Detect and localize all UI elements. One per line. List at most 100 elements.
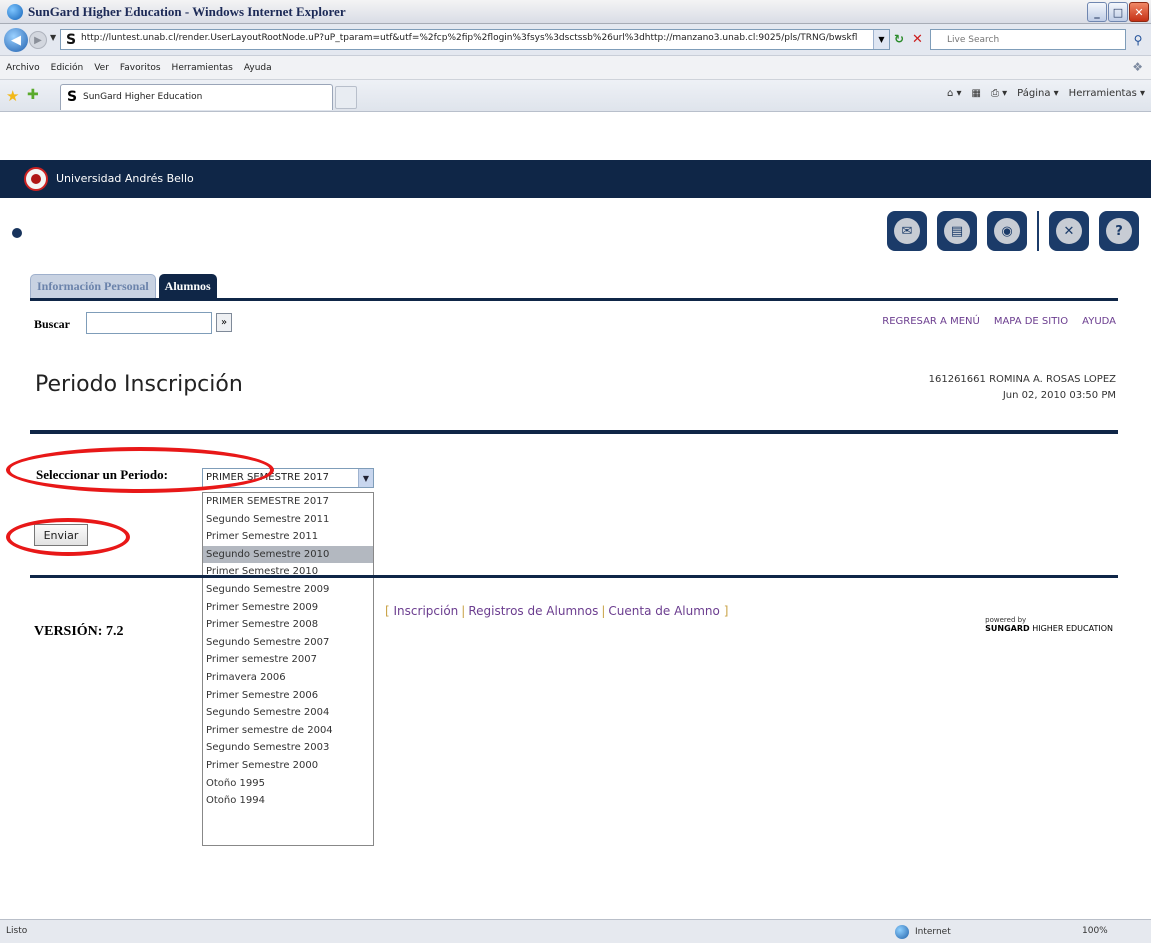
back-arrow-icon[interactable]: ◀ (4, 28, 28, 52)
section-tabs: Información Personal Alumnos (30, 274, 217, 298)
period-option[interactable]: PRIMER SEMESTRE 2017 (203, 493, 373, 511)
period-option[interactable]: Otoño 1994 (203, 792, 373, 810)
link-mapa-sitio[interactable]: MAPA DE SITIO (994, 316, 1068, 327)
favorites-star-icon[interactable]: ★ (6, 87, 19, 105)
link-inscripcion[interactable]: Inscripción (394, 604, 459, 618)
security-zone: Internet (895, 925, 951, 939)
period-option[interactable]: Segundo Semestre 2010 (203, 545, 373, 564)
header-divider (30, 430, 1118, 434)
link-ayuda[interactable]: AYUDA (1082, 316, 1116, 327)
portal-tool-icons: ✉ ▤ ◉ ✕ ? (887, 211, 1139, 251)
period-option[interactable]: Primer semestre de 2004 (203, 722, 373, 740)
period-option[interactable]: Primer Semestre 2006 (203, 687, 373, 705)
menu-edicion[interactable]: Edición (51, 63, 84, 73)
tab-favicon-icon: S (67, 89, 78, 105)
period-option[interactable]: Primer Semestre 2011 (203, 528, 373, 546)
browser-search-input[interactable] (931, 30, 1125, 49)
stop-icon[interactable]: ✕ (912, 32, 928, 48)
new-tab-button[interactable] (335, 86, 357, 109)
status-text: Listo (6, 926, 28, 936)
period-option[interactable]: Segundo Semestre 2011 (203, 511, 373, 529)
zone-label: Internet (915, 927, 951, 937)
forward-arrow-icon[interactable]: ▶ (29, 31, 47, 49)
page-title: Periodo Inscripción (35, 372, 243, 397)
version-label: VERSIÓN: 7.2 (34, 624, 124, 639)
sungard-brand: SUNGARD (985, 624, 1030, 633)
window-controls: _ □ ✕ (1087, 2, 1149, 22)
menu-archivo[interactable]: Archivo (6, 63, 40, 73)
period-option[interactable]: Segundo Semestre 2004 (203, 704, 373, 722)
period-option[interactable]: Primer Semestre 2009 (203, 599, 373, 617)
university-seal-icon (24, 167, 48, 191)
period-option[interactable]: Primer semestre 2007 (203, 651, 373, 669)
tab-informacion-personal[interactable]: Información Personal (30, 274, 156, 298)
period-option[interactable]: Primavera 2006 (203, 669, 373, 687)
favorites-bar: ★ ✚ S SunGard Higher Education ⌂ ▾ ▦ ⎙ ▾… (0, 80, 1151, 112)
powered-by-text: powered by (985, 616, 1027, 624)
url-field[interactable]: S http://luntest.unab.cl/render.UserLayo… (60, 29, 890, 50)
menu-herramientas[interactable]: Herramientas (172, 63, 233, 73)
directory-icon[interactable]: ◉ (987, 211, 1027, 251)
period-option[interactable]: Segundo Semestre 2007 (203, 634, 373, 652)
period-option[interactable]: Primer Semestre 2010 (203, 563, 373, 581)
sungard-logo: powered by SUNGARD HIGHER EDUCATION (985, 616, 1113, 633)
home-icon[interactable]: ⌂ ▾ (947, 88, 962, 99)
logout-icon[interactable]: ✕ (1049, 211, 1089, 251)
help-icon[interactable]: ? (1099, 211, 1139, 251)
period-option[interactable]: Primer Semestre 2008 (203, 616, 373, 634)
menu-ayuda[interactable]: Ayuda (244, 63, 272, 73)
browser-search-box[interactable] (930, 29, 1126, 50)
student-info: 161261661 ROMINA A. ROSAS LOPEZ Jun 02, … (929, 372, 1116, 404)
status-bar: Listo Internet 100% (0, 919, 1151, 943)
zoom-level[interactable]: 100% (1082, 926, 1108, 936)
add-favorite-icon[interactable]: ✚ (27, 87, 39, 103)
period-option[interactable]: Primer Semestre 2000 (203, 757, 373, 775)
print-icon[interactable]: ⎙ ▾ (991, 88, 1007, 99)
period-option[interactable]: Segundo Semestre 2003 (203, 739, 373, 757)
mail-icon[interactable]: ✉ (887, 211, 927, 251)
globe-icon (895, 925, 909, 939)
command-bar: ⌂ ▾ ▦ ⎙ ▾ Página ▾ Herramientas ▾ (947, 88, 1145, 99)
link-regresar-menu[interactable]: REGRESAR A MENÚ (882, 316, 980, 327)
search-label: Buscar (34, 317, 70, 331)
period-option[interactable]: Segundo Semestre 2009 (203, 581, 373, 599)
student-timestamp: Jun 02, 2010 03:50 PM (1002, 390, 1116, 401)
user-bullet-icon (12, 228, 22, 238)
chevron-down-icon[interactable]: ▼ (358, 469, 373, 487)
windows-logo-icon: ❖ (1132, 60, 1143, 74)
refresh-icon[interactable]: ↻ (894, 32, 910, 48)
link-cuenta-alumno[interactable]: Cuenta de Alumno (608, 604, 719, 618)
close-window-button[interactable]: ✕ (1129, 2, 1149, 22)
magnifier-icon[interactable]: ⚲ (1128, 30, 1148, 49)
maximize-button[interactable]: □ (1108, 2, 1128, 22)
menu-ver[interactable]: Ver (94, 63, 109, 73)
tab-underline (30, 298, 1118, 301)
annotation-oval-enviar (6, 518, 130, 556)
feeds-icon[interactable]: ▦ (972, 88, 981, 99)
search-input[interactable] (86, 312, 212, 334)
browser-tab-label: SunGard Higher Education (83, 92, 203, 102)
student-id-name: 161261661 ROMINA A. ROSAS LOPEZ (928, 374, 1116, 385)
search-go-button[interactable]: » (216, 313, 232, 332)
content-divider (30, 575, 1118, 578)
link-registros-alumnos[interactable]: Registros de Alumnos (468, 604, 598, 618)
footer-bracket-close: ] (723, 604, 729, 618)
period-option[interactable]: Otoño 1995 (203, 775, 373, 793)
history-dropdown-icon[interactable]: ▼ (50, 33, 56, 42)
tab-alumnos[interactable]: Alumnos (158, 274, 217, 298)
calendar-icon[interactable]: ▤ (937, 211, 977, 251)
page-menu[interactable]: Página ▾ (1017, 88, 1059, 99)
university-banner: Universidad Andrés Bello (0, 160, 1151, 198)
menu-favoritos[interactable]: Favoritos (120, 63, 161, 73)
footer-links: [ Inscripción | Registros de Alumnos | Cuent… (385, 604, 729, 618)
site-favicon-icon: S (65, 31, 77, 48)
window-titlebar: SunGard Higher Education - Windows Inter… (0, 0, 1151, 24)
tools-menu[interactable]: Herramientas ▾ (1069, 88, 1145, 99)
top-links: REGRESAR A MENÚ MAPA DE SITIO AYUDA (882, 316, 1116, 327)
window-title: SunGard Higher Education - Windows Inter… (28, 4, 346, 19)
url-dropdown-icon[interactable]: ▼ (873, 30, 889, 49)
minimize-button[interactable]: _ (1087, 2, 1107, 22)
menu-bar: Archivo Edición Ver Favoritos Herramient… (0, 56, 1151, 80)
url-text[interactable]: http://luntest.unab.cl/render.UserLayout… (81, 33, 871, 43)
browser-tab[interactable]: S SunGard Higher Education (60, 84, 333, 110)
